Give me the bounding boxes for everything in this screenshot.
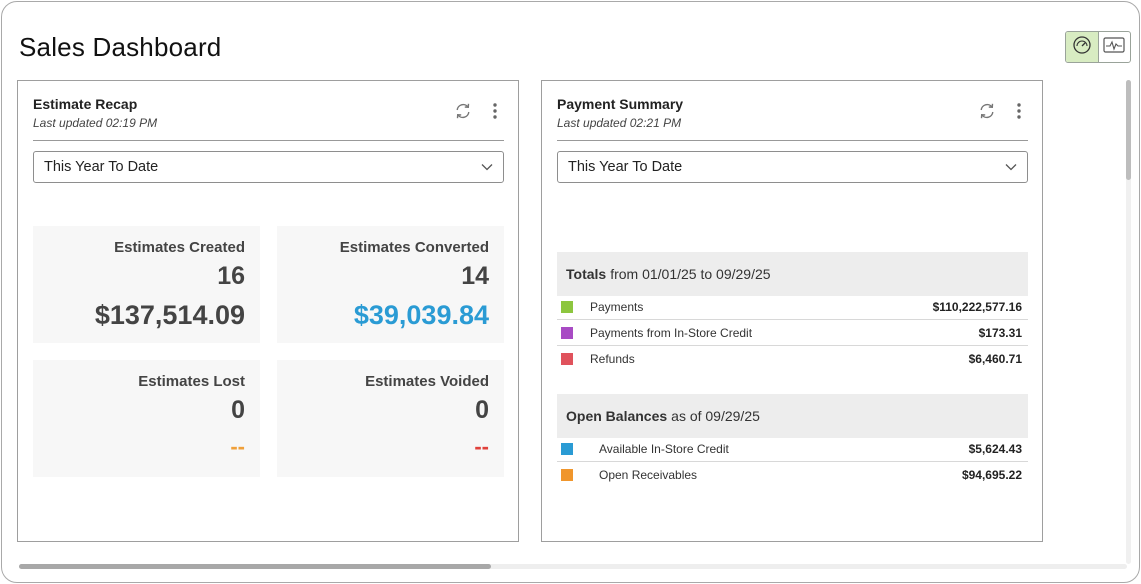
vertical-scrollbar-thumb[interactable]: [1126, 80, 1131, 180]
tile-count: 0: [231, 396, 245, 424]
legend-swatch: [561, 326, 573, 339]
activity-view-button[interactable]: [1099, 32, 1131, 62]
chevron-down-icon: [1005, 163, 1017, 171]
estimates-voided-tile: Estimates Voided 0 --: [277, 360, 504, 477]
list-item: Refunds $6,460.71: [557, 346, 1028, 372]
chevron-down-icon: [481, 163, 493, 171]
horizontal-scrollbar-thumb[interactable]: [19, 564, 491, 569]
estimate-recap-title: Estimate Recap: [33, 96, 138, 112]
tile-label: Estimates Voided: [365, 373, 489, 390]
legend-swatch: [561, 300, 573, 313]
payment-summary-card: Payment Summary Last updated 02:21 PM Th…: [541, 80, 1043, 542]
legend-swatch: [561, 442, 573, 455]
more-options-icon[interactable]: [486, 102, 504, 120]
row-value: $94,695.22: [961, 468, 1022, 482]
tile-count: 14: [461, 262, 489, 290]
tile-count: 0: [475, 396, 489, 424]
estimates-created-tile: Estimates Created 16 $137,514.09: [33, 226, 260, 343]
tile-amount: --: [230, 434, 245, 459]
estimates-converted-tile: Estimates Converted 14 $39,039.84: [277, 226, 504, 343]
open-balances-period: as of 09/29/25: [671, 408, 760, 424]
legend-swatch: [561, 353, 573, 365]
estimates-lost-tile: Estimates Lost 0 --: [33, 360, 260, 477]
row-value: $5,624.43: [968, 441, 1022, 456]
dashboard-gauge-icon: [1072, 35, 1092, 60]
view-toggle: [1065, 31, 1131, 63]
payment-summary-last-updated: Last updated 02:21 PM: [557, 116, 682, 130]
dashboard-view-button[interactable]: [1066, 32, 1099, 62]
row-label: Open Receivables: [599, 468, 698, 482]
payment-range-value: This Year To Date: [568, 159, 683, 175]
tile-label: Estimates Lost: [138, 373, 245, 390]
payment-range-select[interactable]: This Year To Date: [557, 151, 1028, 183]
list-item: Available In-Store Credit $5,624.43: [557, 436, 1028, 462]
dashboard-frame: Sales Dashboard Estimate Recap Last upda…: [1, 1, 1140, 583]
list-item: Open Receivables $94,695.22: [557, 462, 1028, 488]
payment-summary-title: Payment Summary: [557, 96, 684, 112]
tile-amount: $137,514.09: [94, 300, 245, 330]
activity-chart-icon: [1103, 36, 1125, 58]
totals-heading: Totals: [566, 266, 607, 282]
row-label: Payments from In-Store Credit: [590, 325, 753, 340]
estimate-recap-card: Estimate Recap Last updated 02:19 PM Thi…: [17, 80, 519, 542]
totals-period: from 01/01/25 to 09/29/25: [610, 266, 771, 282]
refresh-icon[interactable]: [454, 102, 472, 120]
row-label: Available In-Store Credit: [599, 441, 729, 456]
row-value: $110,222,577.16: [932, 299, 1022, 314]
row-label: Refunds: [590, 352, 635, 366]
estimate-recap-last-updated: Last updated 02:19 PM: [33, 116, 158, 130]
refresh-icon[interactable]: [978, 102, 996, 120]
list-item: Payments from In-Store Credit $173.31: [557, 320, 1028, 346]
tile-amount: $39,039.84: [353, 300, 489, 330]
estimate-range-value: This Year To Date: [44, 159, 159, 175]
page-title: Sales Dashboard: [19, 32, 222, 62]
row-label: Payments: [590, 299, 644, 314]
open-balances-heading: Open Balances: [566, 408, 668, 424]
list-item: Payments $110,222,577.16: [557, 294, 1028, 320]
more-options-icon[interactable]: [1010, 102, 1028, 120]
legend-swatch: [561, 469, 573, 481]
tile-count: 16: [217, 262, 245, 290]
tile-amount: --: [474, 434, 489, 459]
tile-label: Estimates Created: [114, 239, 245, 256]
row-value: $6,460.71: [968, 352, 1022, 366]
divider: [557, 140, 1028, 141]
open-balances-header: Open Balances as of 09/29/25: [557, 394, 1028, 438]
row-value: $173.31: [978, 325, 1022, 340]
tile-label: Estimates Converted: [339, 239, 489, 256]
divider: [33, 140, 504, 141]
totals-header: Totals from 01/01/25 to 09/29/25: [557, 252, 1028, 296]
estimate-range-select[interactable]: This Year To Date: [33, 151, 504, 183]
